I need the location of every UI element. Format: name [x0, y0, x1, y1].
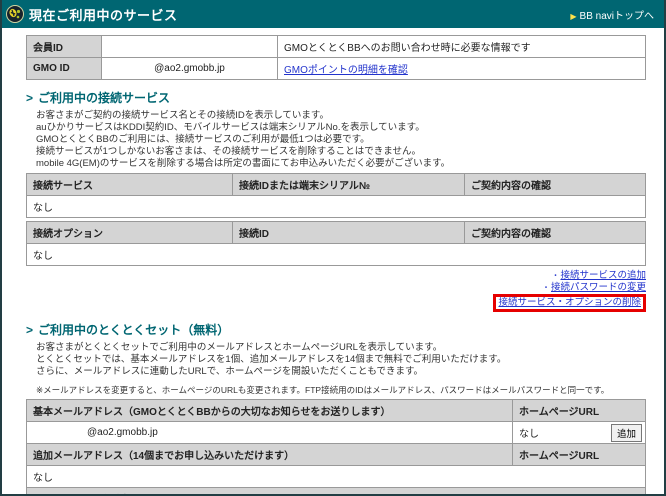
connection-option-table: 接続オプション 接続ID ご契約内容の確認 なし	[26, 221, 646, 266]
table-header-row: 基本メールアドレス（GMOとくとくBBからの大切なお知らせをお送りします） ホー…	[27, 399, 646, 421]
connection-section-title: > ご利用中の接続サービス	[26, 89, 646, 106]
tokutoku-title-label: ご利用中のとくとくセット（無料）	[38, 323, 229, 337]
link-row: 接続サービス・オプションの削除	[26, 293, 646, 312]
connection-description: お客さまがご契約の接続サービス名とその接続IDを表示しています。 auひかりサー…	[36, 110, 646, 170]
additional-mail-value: なし	[27, 465, 646, 487]
bb-navi-top-link[interactable]: ▶ BB naviトップへ	[570, 7, 654, 22]
table-header-row: 接続サービス 接続IDまたは端末シリアル№ ご契約内容の確認	[27, 174, 646, 196]
basic-url-value: なし	[519, 429, 539, 440]
homepage-url-header2: ホームページURL	[513, 443, 646, 465]
mail-change-note: ※メールアドレスを変更すると、ホームページのURLも変更されます。FTP接続用の…	[36, 384, 646, 396]
connection-links: ・接続サービスの追加 ・接続パスワードの変更 接続サービス・オプションの削除	[26, 270, 646, 312]
bullet-icon: ・	[551, 271, 559, 280]
description-line: auひかりサービスはKDDI契約ID、モバイルサービスは端末シリアルNo.を表示…	[36, 122, 646, 134]
member-id-note: GMOとくとくBBへのお問い合わせ時に必要な情報です	[278, 36, 646, 58]
option-empty-value: なし	[27, 244, 646, 266]
page-header-left: 現在ご利用中のサービス	[6, 5, 178, 24]
table-row: @ao2.gmobb.jp なし 追加	[27, 421, 646, 443]
bullet-icon: ・	[542, 283, 550, 292]
mail-settings-cell: メールアドレス設定情報[+] 開く	[27, 487, 646, 496]
nav-arrow-icon: ▶	[570, 12, 576, 21]
table-header-row: 追加メールアドレス（14個までお申し込みいただけます） ホームページURL	[27, 443, 646, 465]
bb-navi-page: 現在ご利用中のサービス ▶ BB naviトップへ 会員ID GMOとくとくBBへ…	[0, 0, 666, 496]
basic-mail-value: @ao2.gmobb.jp	[27, 421, 513, 443]
add-service-link[interactable]: 接続サービスの追加	[560, 270, 646, 281]
delete-service-option-link[interactable]: 接続サービス・オプションの削除	[498, 297, 641, 308]
option-contract-col-header: ご契約内容の確認	[465, 222, 646, 244]
basic-mail-header: 基本メールアドレス（GMOとくとくBBからの大切なお知らせをお送りします）	[27, 399, 513, 421]
description-line: お客さまがご契約の接続サービス名とその接続IDを表示しています。	[36, 110, 646, 122]
page-header: 現在ご利用中のサービス ▶ BB naviトップへ	[2, 0, 664, 28]
connection-title-label: ご利用中の接続サービス	[38, 91, 170, 105]
service-empty-value: なし	[27, 196, 646, 218]
description-line: とくとくセットでは、基本メールアドレスを1個、追加メールアドレスを14個まで無料…	[36, 354, 646, 366]
page-content: 会員ID GMOとくとくBBへのお問い合わせ時に必要な情報です GMO ID @…	[2, 28, 664, 496]
option-id-col-header: 接続ID	[233, 222, 465, 244]
description-line: 接続サービスが1つしかないお客さまは、その接続サービスを削除することはできません…	[36, 146, 646, 158]
table-row: なし	[27, 196, 646, 218]
link-row: ・接続サービスの追加	[26, 270, 646, 282]
homepage-url-header: ホームページURL	[513, 399, 646, 421]
gmo-id-label: GMO ID	[27, 58, 102, 80]
nav-link-label: BB naviトップへ	[580, 11, 654, 22]
connection-service-table: 接続サービス 接続IDまたは端末シリアル№ ご契約内容の確認 なし	[26, 173, 646, 218]
table-row: GMO ID @ao2.gmobb.jp GMOポイントの明細を確認	[27, 58, 646, 80]
gmo-points-link[interactable]: GMOポイントの明細を確認	[284, 65, 408, 76]
service-col-header: 接続サービス	[27, 174, 233, 196]
description-line: お客さまがとくとくセットでご利用中のメールアドレスとホームページURLを表示して…	[36, 342, 646, 354]
service-id-col-header: 接続IDまたは端末シリアル№	[233, 174, 465, 196]
add-homepage-button[interactable]: 追加	[611, 424, 642, 442]
description-line: さらに、メールアドレスに連動したURLで、ホームページを開設いただくこともできま…	[36, 366, 646, 378]
description-line: GMOとくとくBBのご利用には、接続サービスのご利用が最低1つは必要です。	[36, 134, 646, 146]
mail-address-table: 基本メールアドレス（GMOとくとくBBからの大切なお知らせをお送りします） ホー…	[26, 399, 646, 496]
member-id-label: 会員ID	[27, 36, 102, 58]
change-connection-password-link[interactable]: 接続パスワードの変更	[551, 282, 646, 293]
mail-settings-expand-toggle[interactable]: [+] 開く	[607, 491, 639, 496]
bb-mascot-icon	[6, 5, 24, 23]
link-row: ・接続パスワードの変更	[26, 282, 646, 294]
member-id-value	[102, 36, 278, 58]
basic-url-cell: なし 追加	[513, 421, 646, 443]
member-id-table: 会員ID GMOとくとくBBへのお問い合わせ時に必要な情報です GMO ID @…	[26, 35, 646, 80]
additional-mail-header: 追加メールアドレス（14個までお申し込みいただけます）	[27, 443, 513, 465]
mail-settings-row: メールアドレス設定情報[+] 開く	[27, 487, 646, 496]
section-arrow: >	[26, 91, 33, 105]
tokutoku-section-title: > ご利用中のとくとくセット（無料）	[26, 321, 646, 338]
page-title: 現在ご利用中のサービス	[29, 5, 178, 24]
table-row: 会員ID GMOとくとくBBへのお問い合わせ時に必要な情報です	[27, 36, 646, 58]
option-col-header: 接続オプション	[27, 222, 233, 244]
contract-col-header: ご契約内容の確認	[465, 174, 646, 196]
table-header-row: 接続オプション 接続ID ご契約内容の確認	[27, 222, 646, 244]
table-row: なし	[27, 465, 646, 487]
tokutoku-description: お客さまがとくとくセットでご利用中のメールアドレスとホームページURLを表示して…	[36, 342, 646, 378]
delete-service-annotation-box: 接続サービス・オプションの削除	[493, 294, 646, 312]
gmo-id-value: @ao2.gmobb.jp	[102, 58, 278, 80]
section-arrow: >	[26, 323, 33, 337]
table-row: なし	[27, 244, 646, 266]
gmo-points-cell: GMOポイントの明細を確認	[278, 58, 646, 80]
description-line: mobile 4G(EM)のサービスを削除する場合は所定の書面にてお申込みいただ…	[36, 158, 646, 170]
